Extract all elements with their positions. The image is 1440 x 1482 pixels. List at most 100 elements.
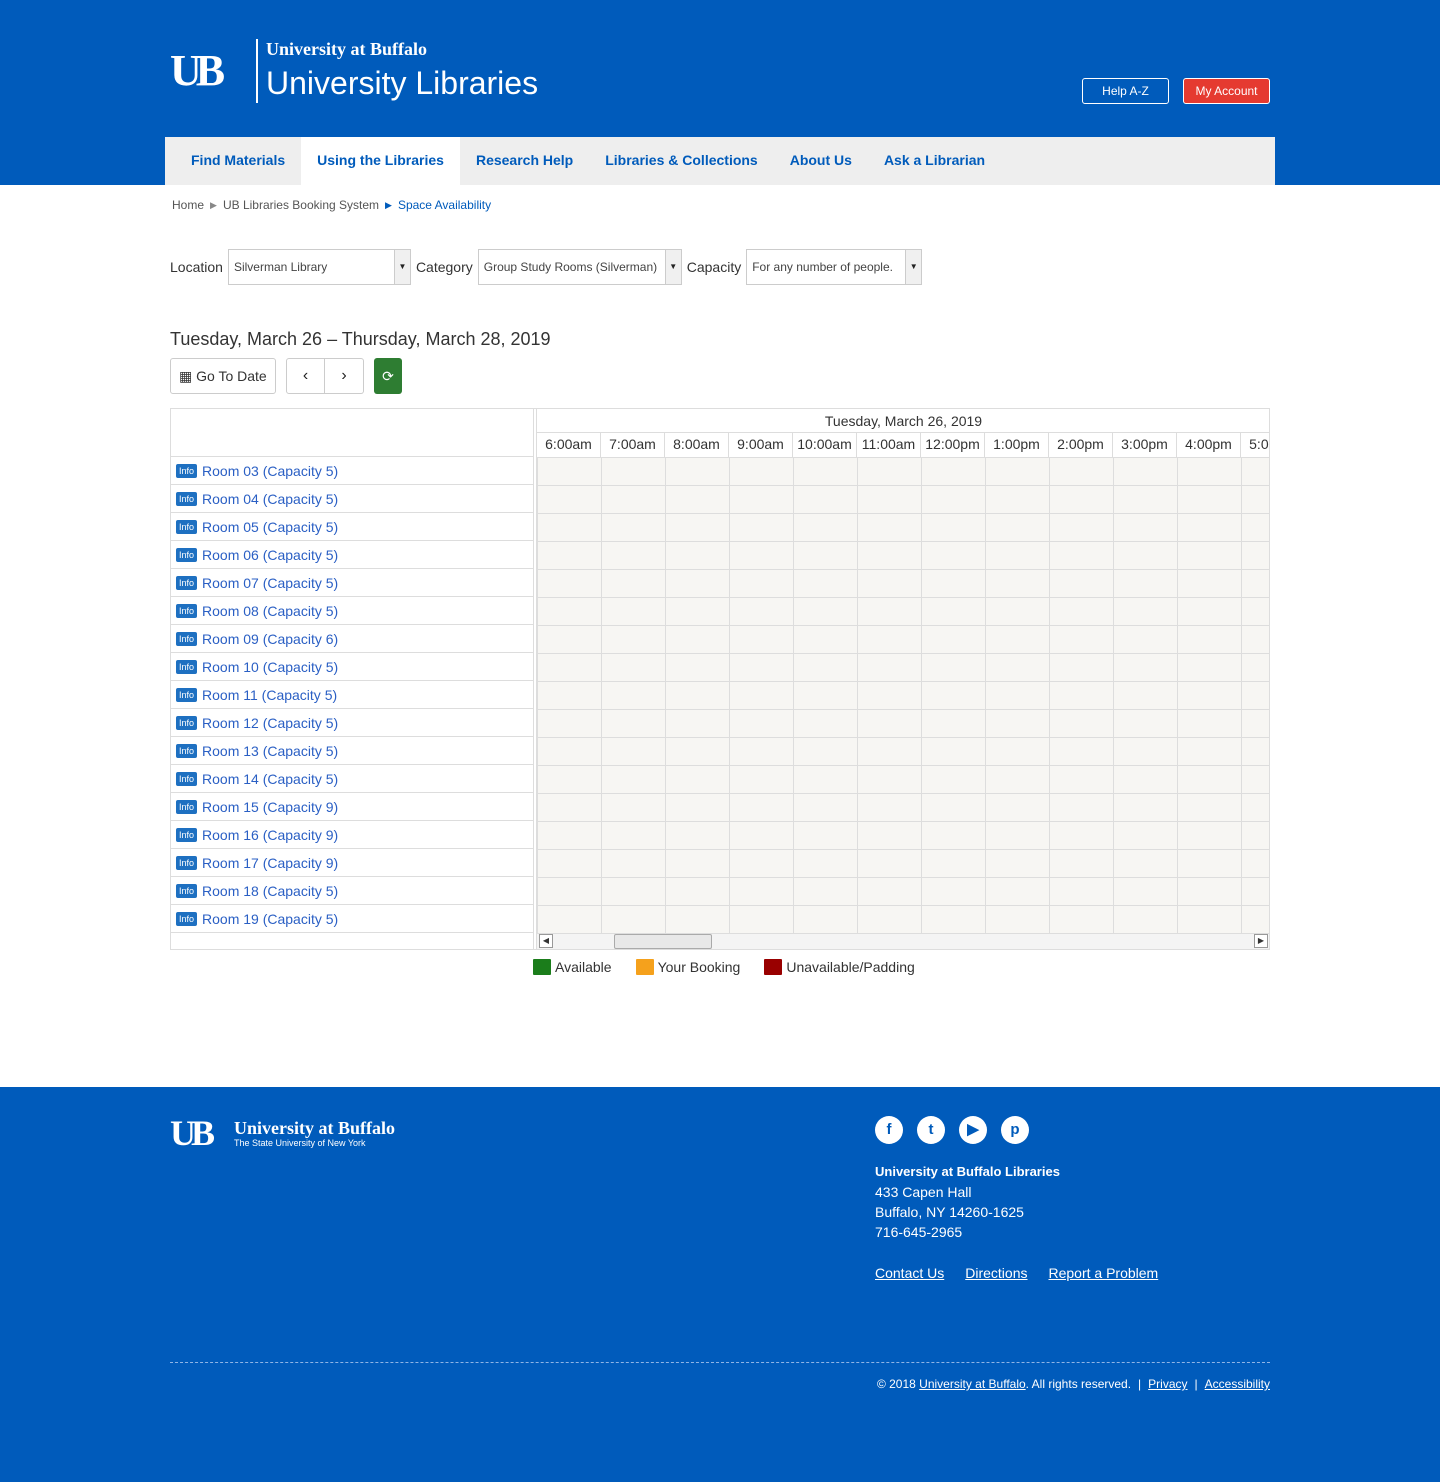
chevron-right-icon: ▶ [385, 199, 392, 210]
hour-header: 6:00am [537, 433, 601, 457]
room-row: Info Room 11 (Capacity 5) [171, 680, 533, 708]
room-link[interactable]: Room 15 (Capacity 9) [202, 799, 338, 815]
pinterest-icon[interactable]: p [1001, 1116, 1029, 1144]
hour-header: 11:00am [857, 433, 921, 457]
room-row: Info Room 16 (Capacity 9) [171, 820, 533, 848]
room-link[interactable]: Room 07 (Capacity 5) [202, 575, 338, 591]
directions-link[interactable]: Directions [965, 1265, 1027, 1281]
room-link[interactable]: Room 12 (Capacity 5) [202, 715, 338, 731]
room-link[interactable]: Room 17 (Capacity 9) [202, 855, 338, 871]
ub-link[interactable]: University at Buffalo [919, 1377, 1026, 1391]
room-info-button[interactable]: Info [176, 491, 198, 506]
ub-libraries-logo[interactable]: UB University at Buffalo University Libr… [170, 38, 538, 104]
contact-us-link[interactable]: Contact Us [875, 1265, 944, 1281]
room-link[interactable]: Room 10 (Capacity 5) [202, 659, 338, 675]
refresh-icon: ⟳ [382, 368, 394, 384]
room-info-button[interactable]: Info [176, 799, 198, 814]
room-link[interactable]: Room 03 (Capacity 5) [202, 463, 338, 479]
nav-using-the-libraries[interactable]: Using the Libraries [301, 137, 460, 185]
room-row: Info Room 18 (Capacity 5) [171, 876, 533, 904]
location-select[interactable]: Silverman Library ▼ [227, 249, 411, 285]
room-info-button[interactable]: Info [176, 687, 198, 702]
room-link[interactable]: Room 14 (Capacity 5) [202, 771, 338, 787]
capacity-label: Capacity [686, 259, 742, 275]
room-info-button[interactable]: Info [176, 771, 198, 786]
horizontal-scrollbar[interactable]: ◀ ▶ [537, 933, 1269, 949]
calendar-icon: ▦ [179, 368, 193, 384]
hour-header: 7:00am [601, 433, 665, 457]
legend-booking-label: Your Booking [657, 959, 741, 975]
hour-header: 12:00pm [921, 433, 985, 457]
room-row: Info Room 17 (Capacity 9) [171, 848, 533, 876]
scroll-left-icon[interactable]: ◀ [539, 934, 553, 948]
room-row: Info Room 04 (Capacity 5) [171, 484, 533, 512]
hour-header: 4:00pm [1177, 433, 1241, 457]
room-link[interactable]: Room 09 (Capacity 6) [202, 631, 338, 647]
room-info-button[interactable]: Info [176, 715, 198, 730]
room-info-button[interactable]: Info [176, 547, 198, 562]
main-nav: Find Materials Using the Libraries Resea… [165, 137, 1275, 185]
room-info-button[interactable]: Info [176, 743, 198, 758]
room-info-button[interactable]: Info [176, 827, 198, 842]
room-info-button[interactable]: Info [176, 855, 198, 870]
room-info-button[interactable]: Info [176, 631, 198, 646]
footer-address-line2: Buffalo, NY 14260-1625 [875, 1204, 1024, 1220]
room-info-button[interactable]: Info [176, 603, 198, 618]
facebook-icon[interactable]: f [875, 1116, 903, 1144]
legend-available-label: Available [555, 959, 612, 975]
scroll-right-icon[interactable]: ▶ [1254, 934, 1268, 948]
room-info-button[interactable]: Info [176, 883, 198, 898]
twitter-icon[interactable]: t [917, 1116, 945, 1144]
copyright-suffix: . All rights reserved. [1025, 1377, 1132, 1391]
go-to-date-button[interactable]: ▦ Go To Date [170, 358, 276, 394]
capacity-select[interactable]: For any number of people. ▼ [746, 249, 923, 285]
legend-your-booking: Your Booking [635, 959, 741, 975]
my-account-button[interactable]: My Account [1183, 78, 1270, 104]
privacy-link[interactable]: Privacy [1148, 1377, 1187, 1391]
breadcrumb-current: Space Availability [397, 198, 492, 212]
copyright: © 2018 University at Buffalo. All rights… [877, 1377, 1270, 1391]
footer-divider [170, 1362, 1270, 1363]
room-info-button[interactable]: Info [176, 519, 198, 534]
report-a-problem-link[interactable]: Report a Problem [1049, 1265, 1159, 1281]
youtube-icon[interactable]: ▶ [959, 1116, 987, 1144]
nav-find-materials[interactable]: Find Materials [175, 137, 301, 185]
accessibility-link[interactable]: Accessibility [1205, 1377, 1270, 1391]
room-info-button[interactable]: Info [176, 463, 198, 478]
room-row: Info Room 15 (Capacity 9) [171, 792, 533, 820]
room-link[interactable]: Room 06 (Capacity 5) [202, 547, 338, 563]
room-list: Info Room 03 (Capacity 5) Info Room 04 (Cap… [171, 409, 534, 949]
legend-available: Available [533, 959, 612, 975]
breadcrumb-booking-system[interactable]: UB Libraries Booking System [223, 198, 379, 212]
footer-ub-logo[interactable]: UB University at Buffalo The State Unive… [170, 1115, 395, 1151]
room-row: Info Room 03 (Capacity 5) [171, 456, 533, 484]
room-link[interactable]: Room 08 (Capacity 5) [202, 603, 338, 619]
time-slot-grid[interactable] [537, 457, 1269, 933]
category-select[interactable]: Group Study Rooms (Silverman) ▼ [477, 249, 682, 285]
room-row: Info Room 19 (Capacity 5) [171, 904, 533, 932]
nav-ask-a-librarian[interactable]: Ask a Librarian [868, 137, 1001, 185]
footer-org-name: University at Buffalo Libraries [875, 1164, 1060, 1179]
room-link[interactable]: Room 18 (Capacity 5) [202, 883, 338, 899]
room-row: Info Room 08 (Capacity 5) [171, 596, 533, 624]
previous-button[interactable]: ‹ [286, 358, 325, 394]
dropdown-arrow-icon: ▼ [905, 250, 922, 284]
scroll-thumb[interactable] [614, 934, 712, 949]
room-link[interactable]: Room 04 (Capacity 5) [202, 491, 338, 507]
room-link[interactable]: Room 16 (Capacity 9) [202, 827, 338, 843]
nav-about-us[interactable]: About Us [774, 137, 868, 185]
refresh-button[interactable]: ⟳ [374, 358, 402, 394]
room-info-button[interactable]: Info [176, 911, 198, 926]
help-a-z-button[interactable]: Help A-Z [1082, 78, 1169, 104]
room-link[interactable]: Room 11 (Capacity 5) [202, 687, 337, 703]
breadcrumb-home[interactable]: Home [172, 198, 204, 212]
room-list-end [171, 932, 533, 933]
room-link[interactable]: Room 19 (Capacity 5) [202, 911, 338, 927]
room-info-button[interactable]: Info [176, 659, 198, 674]
room-link[interactable]: Room 13 (Capacity 5) [202, 743, 338, 759]
next-button[interactable]: › [325, 358, 364, 394]
room-link[interactable]: Room 05 (Capacity 5) [202, 519, 338, 535]
nav-libraries-collections[interactable]: Libraries & Collections [589, 137, 773, 185]
room-info-button[interactable]: Info [176, 575, 198, 590]
nav-research-help[interactable]: Research Help [460, 137, 589, 185]
